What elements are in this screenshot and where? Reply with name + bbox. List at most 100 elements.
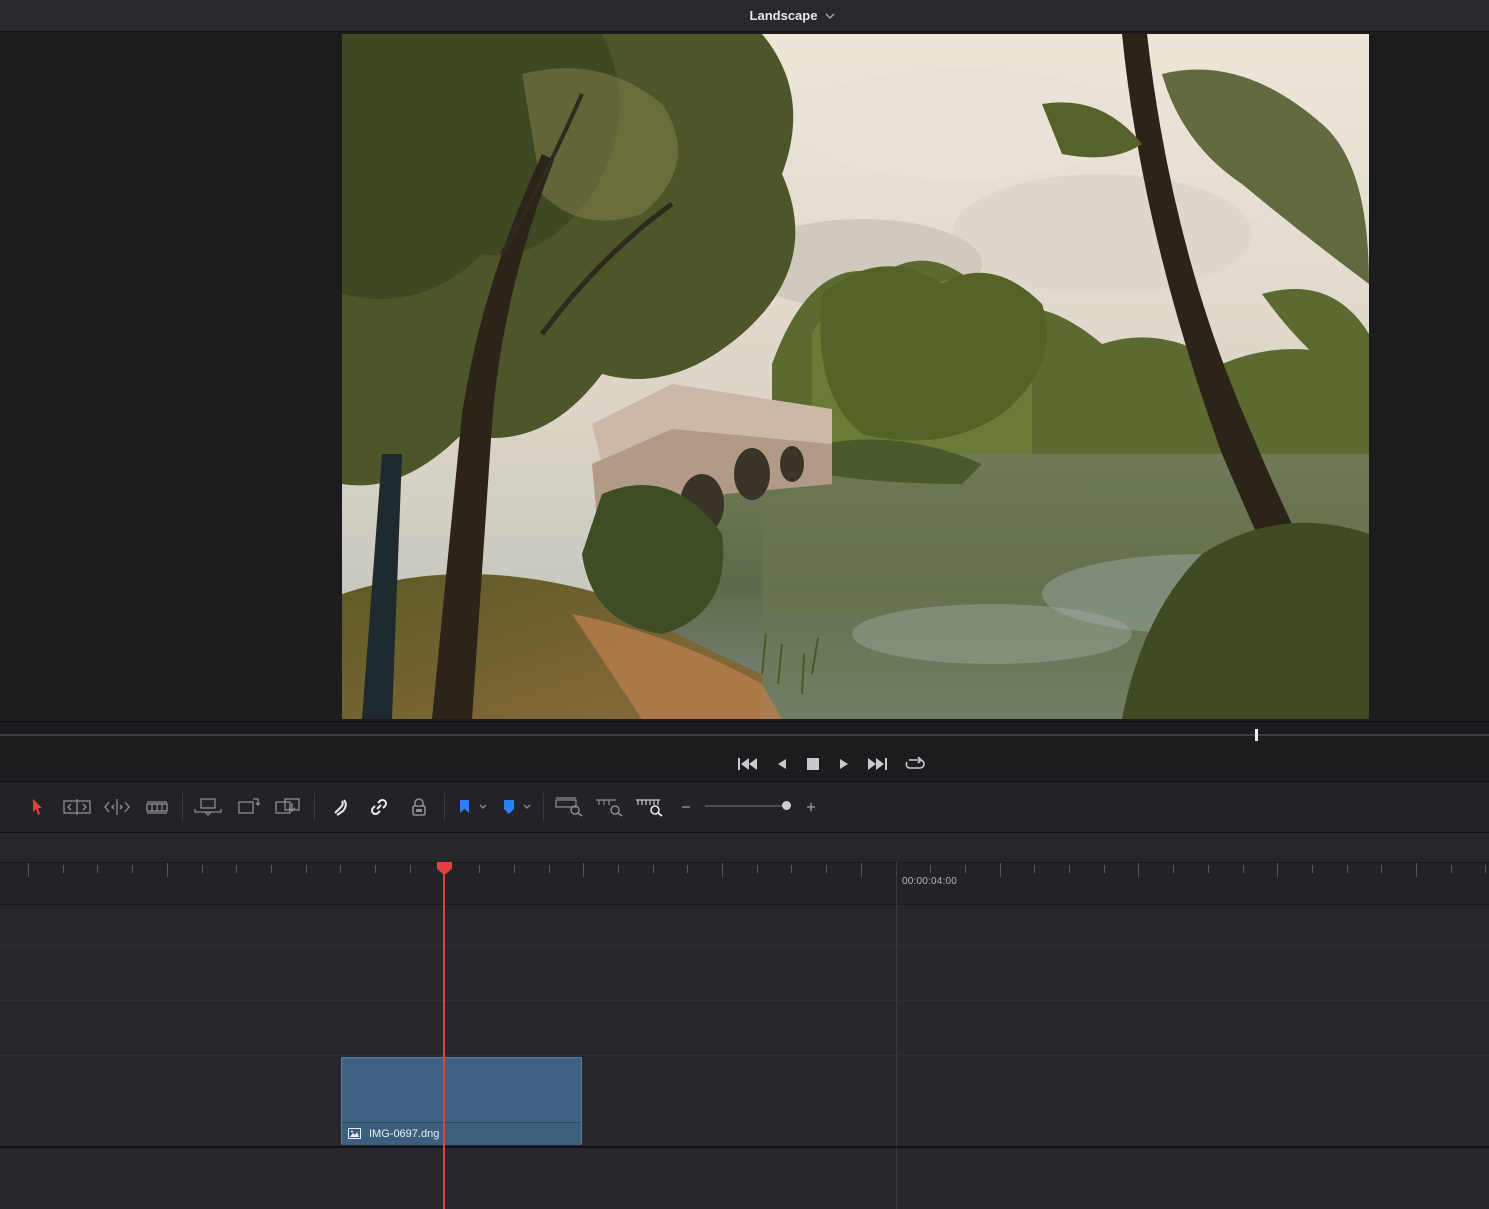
replace-clip-icon: [238, 798, 261, 814]
toolbar-separator: [444, 793, 445, 821]
blade-tool-button[interactable]: [143, 794, 171, 820]
loop-icon: [905, 756, 925, 769]
ruler-tick: [236, 865, 237, 873]
ruler-tick: [1312, 865, 1313, 873]
ruler-tick: [271, 865, 272, 873]
zoom-in-button[interactable]: [803, 794, 819, 820]
skip-to-end-icon: [868, 758, 887, 770]
ruler-tick: [757, 865, 758, 873]
viewer-title: Landscape: [749, 8, 818, 23]
toolbar-separator: [543, 793, 544, 821]
ruler-tick: [1208, 865, 1209, 873]
loop-button[interactable]: [902, 753, 928, 775]
ruler-tick: [202, 865, 203, 873]
marker-icon: [504, 800, 531, 814]
ruler-tick: [97, 865, 98, 873]
skip-to-start-icon: [738, 758, 757, 770]
ruler-tick: [132, 865, 133, 873]
ruler-tick: [722, 863, 723, 877]
track-lane-divider: [0, 1000, 1489, 1001]
ruler-tick: [1347, 865, 1348, 873]
ruler-tick: [687, 865, 688, 873]
trim-edit-button[interactable]: [61, 794, 93, 820]
ruler-tick: [340, 865, 341, 873]
zoom-out-icon: [682, 806, 690, 808]
ruler-tick: [1173, 865, 1174, 873]
clip-name: IMG-0697.dng: [369, 1128, 440, 1140]
overwrite-clip-icon: [194, 798, 222, 816]
skip-to-end-button[interactable]: [864, 753, 890, 775]
ruler-tick: [63, 865, 64, 873]
dynamic-trim-button[interactable]: [102, 794, 132, 820]
place-on-top-button[interactable]: [272, 794, 304, 820]
replace-clip-button[interactable]: [233, 794, 263, 820]
step-back-icon: [778, 759, 786, 769]
timeline-ruler[interactable]: [0, 862, 1489, 905]
ruler-tick: [1381, 865, 1382, 873]
stop-button[interactable]: [800, 753, 826, 775]
ruler-tick: [28, 863, 29, 877]
ruler-tick: [1000, 863, 1001, 877]
play-icon: [840, 759, 848, 769]
ruler-tick: [618, 865, 619, 873]
position-lock-icon: [412, 798, 426, 816]
flag-dropdown[interactable]: [452, 794, 490, 820]
viewer-title-dropdown[interactable]: Landscape: [0, 0, 1489, 31]
ruler-tick: [1138, 863, 1139, 877]
scrubber-track[interactable]: [0, 734, 1489, 736]
step-back-button[interactable]: [769, 753, 795, 775]
ruler-tick: [549, 865, 550, 873]
ruler-tick: [653, 865, 654, 873]
ruler-tick: [826, 865, 827, 873]
preview-image: [342, 34, 1369, 719]
ruler-tick: [583, 863, 584, 877]
zoom-out-button[interactable]: [678, 794, 694, 820]
snapping-icon: [334, 799, 347, 816]
toolbar-separator: [314, 793, 315, 821]
play-button[interactable]: [831, 753, 857, 775]
ruler-tick: [1485, 865, 1486, 873]
ruler-tick: [375, 865, 376, 873]
ruler-tick: [861, 863, 862, 877]
ruler-tick: [1104, 865, 1105, 873]
position-lock-button[interactable]: [407, 794, 431, 820]
ruler-tick: [930, 865, 931, 873]
ruler-timecode: 00:00:04:00: [902, 876, 958, 887]
ruler-tick: [167, 863, 168, 877]
ruler-tick: [1451, 865, 1452, 873]
trim-edit-icon: [63, 799, 91, 815]
image-icon: [348, 1128, 361, 1139]
zoom-custom-button[interactable]: [633, 794, 665, 820]
zoom-full-icon: [555, 797, 583, 817]
blade-tool-icon: [146, 801, 168, 814]
track-lane-divider: [0, 1055, 1489, 1056]
playhead-line[interactable]: [443, 866, 445, 1209]
zoom-custom-icon: [636, 799, 663, 817]
ruler-tick: [1069, 865, 1070, 873]
stop-icon: [807, 758, 819, 770]
linked-selection-button[interactable]: [367, 794, 391, 820]
zoom-full-button[interactable]: [553, 794, 585, 820]
toolbar-separator: [182, 793, 183, 821]
scrubber-handle[interactable]: [1255, 729, 1258, 741]
ruler-tick: [1416, 863, 1417, 877]
ruler-tick: [1034, 865, 1035, 873]
place-on-top-icon: [275, 798, 300, 814]
selection-tool-button[interactable]: [26, 794, 48, 820]
track-divider: [0, 1146, 1489, 1148]
skip-to-start-button[interactable]: [735, 753, 761, 775]
dynamic-trim-icon: [104, 799, 130, 815]
zoom-detail-icon: [596, 799, 623, 817]
zoom-slider-track[interactable]: [705, 805, 787, 807]
track-lane-divider: [0, 945, 1489, 946]
snapping-button[interactable]: [328, 794, 352, 820]
ruler-tick: [479, 865, 480, 873]
ruler-major-marker: [896, 862, 897, 1209]
zoom-detail-button[interactable]: [593, 794, 625, 820]
zoom-in-icon: [807, 803, 815, 811]
marker-dropdown[interactable]: [496, 794, 534, 820]
zoom-slider-handle[interactable]: [782, 801, 791, 810]
ruler-tick: [1243, 865, 1244, 873]
playhead-handle[interactable]: [436, 861, 453, 876]
overwrite-clip-button[interactable]: [192, 794, 224, 820]
